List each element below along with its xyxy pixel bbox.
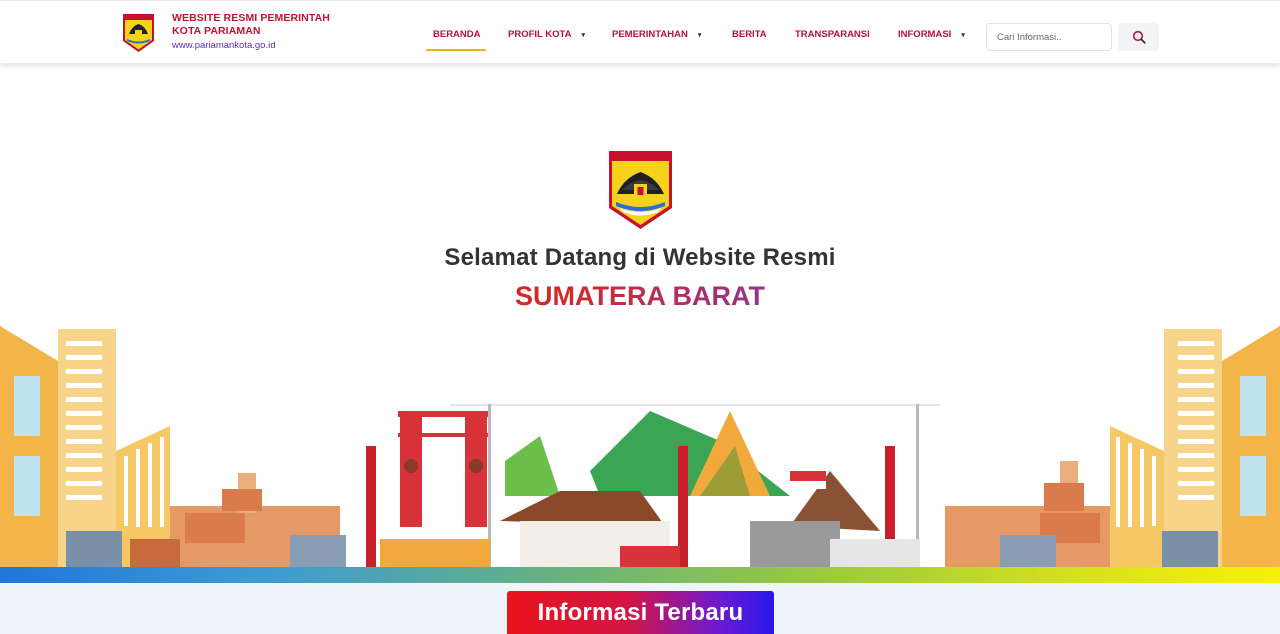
nav-label: TRANSPARANSI xyxy=(795,29,870,40)
nav-item-berita[interactable]: BERITA xyxy=(732,29,767,40)
nav-label: INFORMASI xyxy=(898,29,952,40)
latest-info-title: Informasi Terbaru xyxy=(537,598,744,626)
hero-banner: Selamat Datang di Website Resmi SUMATERA… xyxy=(0,63,1280,567)
site-brand[interactable]: WEBSITE RESMI PEMERINTAH KOTA PARIAMAN w… xyxy=(172,12,330,52)
nav-item-profil-kota[interactable]: PROFIL KOTA ▾ xyxy=(508,29,585,40)
top-navbar: WEBSITE RESMI PEMERINTAH KOTA PARIAMAN w… xyxy=(0,0,1280,63)
brand-title-line2: KOTA PARIAMAN xyxy=(172,25,261,37)
kota-pariaman-emblem xyxy=(608,150,673,230)
chevron-down-icon: ▾ xyxy=(581,32,586,39)
active-nav-indicator xyxy=(426,49,486,51)
latest-info-heading: Informasi Terbaru xyxy=(507,591,774,634)
nav-item-informasi[interactable]: INFORMASI ▾ xyxy=(898,29,965,40)
nav-label: PEMERINTAHAN xyxy=(612,29,688,40)
nav-label: PROFIL KOTA xyxy=(508,29,572,40)
search-button[interactable] xyxy=(1118,23,1159,51)
hero-title: Selamat Datang di Website Resmi xyxy=(444,244,836,271)
brand-title-line1: WEBSITE RESMI PEMERINTAH xyxy=(172,12,330,24)
search-icon xyxy=(1132,30,1146,44)
nav-item-transparansi[interactable]: TRANSPARANSI xyxy=(795,29,870,40)
search-input[interactable] xyxy=(986,23,1112,51)
city-skyline-illustration xyxy=(0,326,1280,567)
brand-url: www.pariamankota.go.id xyxy=(172,40,276,51)
nav-label: BERANDA xyxy=(433,29,481,40)
nav-label: BERITA xyxy=(732,29,767,40)
kota-pariaman-logo[interactable] xyxy=(122,13,155,53)
hero-subtitle: SUMATERA BARAT xyxy=(0,281,1280,312)
nav-item-beranda[interactable]: BERANDA xyxy=(433,29,481,40)
rainbow-divider xyxy=(0,567,1280,583)
nav-item-pemerintahan[interactable]: PEMERINTAHAN ▾ xyxy=(612,29,701,40)
chevron-down-icon: ▾ xyxy=(961,32,965,39)
chevron-down-icon: ▾ xyxy=(697,32,702,39)
